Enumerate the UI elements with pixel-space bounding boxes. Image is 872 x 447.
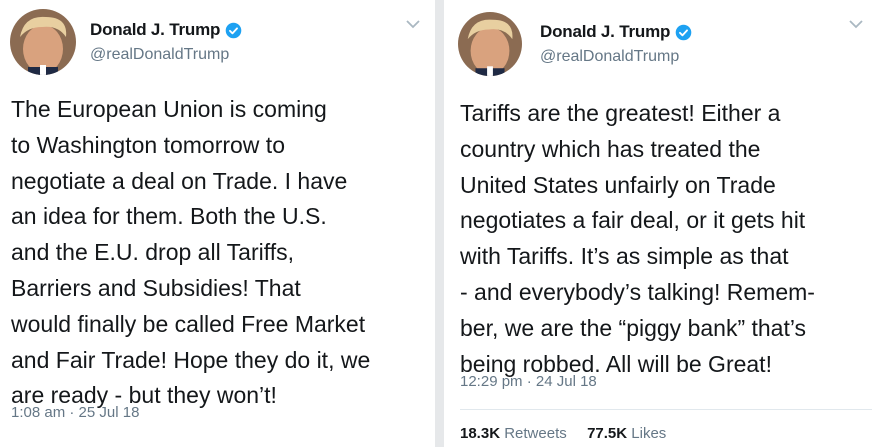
retweets-stat[interactable]: 18.3K Retweets bbox=[460, 425, 571, 442]
likes-label: Likes bbox=[631, 425, 667, 442]
author-name-row[interactable]: Donald J. Trump bbox=[90, 20, 242, 40]
verified-badge-icon bbox=[225, 22, 242, 38]
tweet-stats: 18.3K Retweets 77.5K Likes bbox=[460, 425, 666, 442]
retweets-label: Retweets bbox=[504, 425, 567, 442]
tweet-card: Donald J. Trump @realDonaldTrump The Eur… bbox=[0, 0, 435, 447]
author-name[interactable]: Donald J. Trump bbox=[540, 22, 670, 42]
author-name-row[interactable]: Donald J. Trump bbox=[540, 22, 692, 42]
verified-badge-icon bbox=[675, 24, 692, 40]
avatar[interactable] bbox=[458, 12, 522, 76]
tweet-text: The European Union is coming to Washingt… bbox=[11, 96, 371, 409]
tweet-card: Donald J. Trump @realDonaldTrump Tariffs… bbox=[444, 0, 872, 447]
tweet-timestamp[interactable]: 12:29 pm · 24 Jul 18 bbox=[460, 373, 597, 390]
chevron-down-icon[interactable] bbox=[405, 18, 421, 30]
divider bbox=[460, 409, 872, 410]
tweet-timestamp[interactable]: 1:08 am · 25 Jul 18 bbox=[11, 404, 139, 421]
author-handle[interactable]: @realDonaldTrump bbox=[540, 48, 679, 66]
tweet-header: Donald J. Trump @realDonaldTrump bbox=[0, 0, 435, 90]
likes-stat[interactable]: 77.5K Likes bbox=[587, 425, 666, 442]
author-name[interactable]: Donald J. Trump bbox=[90, 20, 220, 40]
tweet-header: Donald J. Trump @realDonaldTrump bbox=[444, 0, 872, 90]
avatar[interactable] bbox=[10, 9, 76, 75]
author-handle[interactable]: @realDonaldTrump bbox=[90, 46, 229, 64]
likes-count: 77.5K bbox=[587, 425, 628, 442]
tweet-text: Tariffs are the greatest! Either a count… bbox=[460, 100, 815, 377]
chevron-down-icon[interactable] bbox=[848, 18, 864, 30]
retweets-count: 18.3K bbox=[460, 425, 501, 442]
